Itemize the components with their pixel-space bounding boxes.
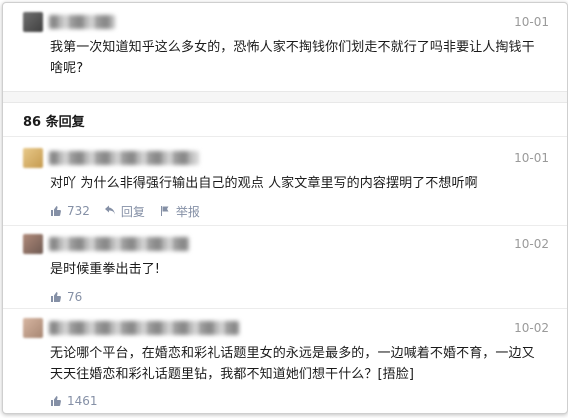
comment-header [3,147,567,169]
like-count: 76 [67,290,83,304]
thumbs-up-icon [51,206,61,216]
divider [3,136,567,137]
comment-date: 10-02 [514,237,549,251]
comment-text: 是时候重拳出击了! [50,262,161,277]
reply-count-header: 86 条回复 [23,115,85,130]
like-button[interactable]: 732 [50,204,90,218]
report-button[interactable]: 举报 [159,203,200,220]
divider [3,225,567,226]
reply-item: 10-02 是时候重拳出击了! 76 [3,233,567,307]
avatar[interactable] [23,318,43,338]
avatar[interactable] [23,12,43,32]
comment-panel: 10-01 我第一次知道知乎这么多女的，恐怖人家不掏钱你们划走不就行了吗非要让人… [2,2,568,414]
username-blurred[interactable] [49,237,189,251]
comment-text: 无论哪个平台，在婚恋和彩礼话题里女的永远是最多的，一边喊着不婚不育，一边又天天往… [50,346,535,382]
reply-button[interactable]: 回复 [104,203,145,220]
comment-header [3,317,567,339]
comment-actions: 732 回复 举报 [50,201,567,221]
thumbs-up-icon [51,292,61,302]
avatar[interactable] [23,234,43,254]
comment-header [3,233,567,255]
comment-actions: 1461 [50,391,567,411]
username-blurred[interactable] [49,151,199,165]
reply-item: 10-02 无论哪个平台，在婚恋和彩礼话题里女的永远是最多的，一边喊着不婚不育，… [3,317,567,411]
divider [3,308,567,309]
like-button[interactable]: 1461 [50,394,98,408]
username-blurred[interactable] [49,321,239,335]
comment-actions: 76 [50,287,567,307]
report-label: 举报 [175,204,200,219]
comment-date: 10-01 [514,151,549,165]
like-count: 1461 [67,394,98,408]
comment-text: 我第一次知道知乎这么多女的，恐怖人家不掏钱你们划走不就行了吗非要让人掏钱干啥呢? [50,40,535,76]
comment-date: 10-02 [514,321,549,335]
comment-header [3,11,567,33]
thumbs-up-icon [51,396,61,406]
comment-text: 对吖 为什么非得强行输出自己的观点 人家文章里写的内容摆明了不想听啊 [50,176,478,191]
reply-arrow-icon [104,205,115,215]
flag-icon [160,206,169,216]
section-separator [3,91,567,103]
comment-date: 10-01 [514,15,549,29]
avatar[interactable] [23,148,43,168]
reply-label: 回复 [120,204,145,219]
reply-item: 10-01 对吖 为什么非得强行输出自己的观点 人家文章里写的内容摆明了不想听啊… [3,147,567,221]
like-count: 732 [67,204,90,218]
username-blurred[interactable] [49,15,115,29]
like-button[interactable]: 76 [50,290,82,304]
